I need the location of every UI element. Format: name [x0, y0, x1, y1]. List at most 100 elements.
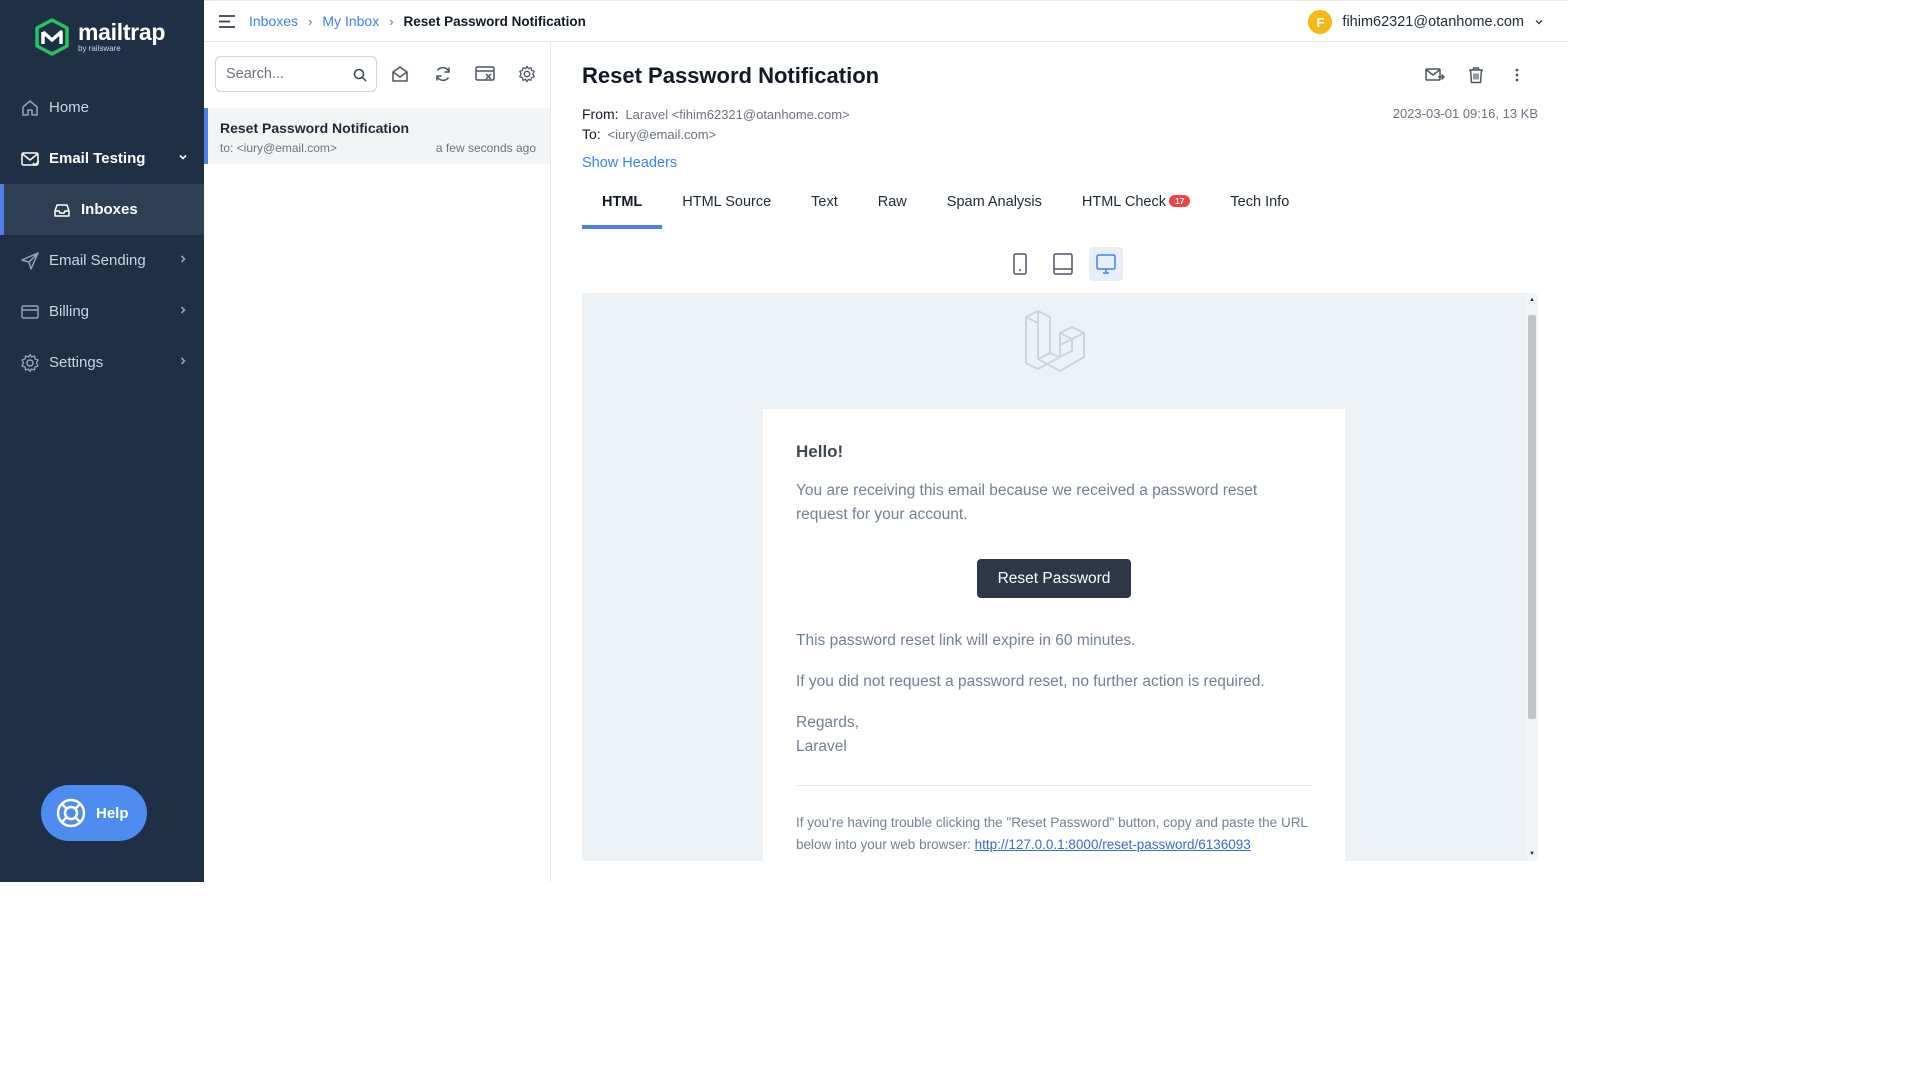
tab-label: HTML Check: [1081, 194, 1166, 210]
mark-read-icon[interactable]: [391, 65, 409, 83]
device-switcher: [1003, 247, 1132, 281]
email-regards: Regards,: [796, 714, 859, 731]
breadcrumb-current: Reset Password Notification: [403, 13, 586, 29]
sidebar-item-label: Inboxes: [81, 201, 138, 218]
inbox-settings-icon[interactable]: [518, 65, 536, 83]
sidebar-item-email-testing[interactable]: Email Testing: [0, 133, 204, 184]
from-line: From: Laravel <fihim62321@otanhome.com>: [582, 106, 850, 122]
forward-icon[interactable]: [1425, 66, 1445, 84]
desktop-view-button[interactable]: [1089, 247, 1123, 281]
sidebar-item-inboxes[interactable]: Inboxes: [0, 184, 204, 235]
breadcrumb: Inboxes › My Inbox › Reset Password Noti…: [249, 13, 586, 29]
breadcrumb-inboxes[interactable]: Inboxes: [249, 13, 298, 29]
chevron-right-icon: [180, 357, 186, 365]
sidebar-item-settings[interactable]: Settings: [0, 337, 204, 388]
help-label: Help: [96, 804, 129, 822]
reset-password-button[interactable]: Reset Password: [977, 559, 1131, 598]
sidebar-item-home[interactable]: Home: [0, 82, 204, 133]
breadcrumb-separator: ›: [308, 13, 313, 29]
breadcrumb-separator: ›: [389, 13, 394, 29]
scroll-down-arrow[interactable]: ▼: [1529, 851, 1535, 857]
show-headers-link[interactable]: Show Headers: [582, 155, 677, 171]
email-expire: This password reset link will expire in …: [796, 632, 1136, 649]
search-input[interactable]: [226, 66, 346, 82]
message-subject: Reset Password Notification: [220, 120, 410, 136]
sidebar-item-label: Billing: [49, 303, 90, 320]
refresh-icon[interactable]: [434, 65, 452, 83]
message-meta: 2023-03-01 09:16, 13 KB: [1392, 106, 1538, 121]
mailtrap-logo[interactable]: mailtrap by railsware: [34, 18, 165, 56]
search-icon[interactable]: [353, 68, 367, 82]
tablet-icon: [1053, 253, 1073, 275]
message-time: a few seconds ago: [435, 141, 536, 155]
email-signature: Laravel: [796, 738, 847, 755]
tab-text[interactable]: Text: [791, 183, 858, 229]
menu-toggle-icon[interactable]: [218, 14, 236, 29]
tab-html[interactable]: HTML: [582, 183, 663, 229]
message-list-pane: Reset Password Notification to: <iury@em…: [204, 42, 551, 882]
lifebuoy-icon: [56, 798, 86, 828]
tab-html-check[interactable]: HTML Check 17: [1062, 183, 1211, 229]
tab-label: HTML Source: [682, 194, 772, 210]
to-value: <iury@email.com>: [607, 127, 717, 142]
sidebar-item-billing[interactable]: Billing: [0, 286, 204, 337]
scroll-up-arrow[interactable]: ▲: [1529, 297, 1535, 303]
avatar: F: [1308, 10, 1333, 34]
email-greeting: Hello!: [796, 442, 844, 461]
credit-card-icon: [21, 304, 39, 319]
trash-icon[interactable]: [1467, 66, 1485, 84]
email-card: Hello! You are receiving this email beca…: [763, 409, 1345, 861]
send-icon: [21, 251, 39, 270]
chevron-right-icon: [180, 255, 186, 263]
divider: [796, 785, 1312, 786]
tab-spam-analysis[interactable]: Spam Analysis: [927, 183, 1062, 229]
message-detail: Reset Password Notification From: Larave…: [551, 42, 1568, 882]
tablet-view-button[interactable]: [1046, 247, 1080, 281]
sidebar-item-email-sending[interactable]: Email Sending: [0, 235, 204, 286]
tab-html-source[interactable]: HTML Source: [662, 183, 791, 229]
home-icon: [22, 99, 38, 116]
tab-label: Tech Info: [1230, 194, 1290, 210]
list-item[interactable]: Reset Password Notification to: <iury@em…: [204, 108, 550, 164]
tab-label: HTML: [602, 194, 643, 210]
chevron-down-icon: [1535, 20, 1543, 25]
preview-scrollbar[interactable]: ▲ ▼: [1526, 293, 1538, 861]
clear-inbox-icon[interactable]: [475, 65, 495, 83]
chevron-down-icon: [179, 154, 187, 160]
email-signoff: Regards, Laravel: [796, 711, 859, 759]
reset-url-link[interactable]: http://127.0.0.1:8000/reset-password/613…: [975, 837, 1251, 852]
sidebar: mailtrap by railsware Home Email Testing…: [0, 0, 204, 882]
sidebar-item-label: Home: [49, 99, 90, 116]
tab-label: Text: [811, 194, 838, 210]
gear-icon: [21, 353, 39, 372]
help-button[interactable]: Help: [41, 785, 147, 841]
more-options-icon[interactable]: [1514, 66, 1520, 84]
breadcrumb-my-inbox[interactable]: My Inbox: [322, 13, 379, 29]
sidebar-item-label: Email Testing: [49, 150, 146, 167]
page-title: Reset Password Notification: [582, 63, 880, 88]
message-to: to: <iury@email.com>: [220, 141, 337, 155]
account-menu[interactable]: F fihim62321@otanhome.com: [1308, 10, 1544, 34]
brand-sub: by railsware: [78, 44, 121, 53]
from-value: Laravel <fihim62321@otanhome.com>: [625, 107, 850, 122]
mailtrap-logo-icon: [35, 18, 69, 56]
mobile-view-button[interactable]: [1003, 247, 1037, 281]
chevron-right-icon: [180, 306, 186, 314]
from-label: From:: [582, 106, 619, 122]
search-box[interactable]: [215, 56, 377, 92]
html-check-badge: 17: [1168, 195, 1191, 207]
desktop-icon: [1096, 254, 1116, 274]
mail-check-icon: [21, 151, 40, 166]
sidebar-item-label: Settings: [49, 354, 104, 371]
to-line: To: <iury@email.com>: [582, 126, 716, 142]
scroll-thumb[interactable]: [1528, 315, 1536, 719]
to-label: To:: [582, 126, 601, 142]
tab-label: Raw: [877, 194, 907, 210]
tab-label: Spam Analysis: [946, 194, 1042, 210]
email-no-action: If you did not request a password reset,…: [796, 673, 1265, 690]
tab-raw[interactable]: Raw: [858, 183, 927, 229]
sidebar-item-label: Email Sending: [49, 252, 146, 269]
message-tabs: HTML HTML Source Text Raw Spam Analysis …: [582, 183, 1309, 229]
tab-tech-info[interactable]: Tech Info: [1210, 183, 1309, 229]
top-bar: Inboxes › My Inbox › Reset Password Noti…: [204, 0, 1568, 42]
